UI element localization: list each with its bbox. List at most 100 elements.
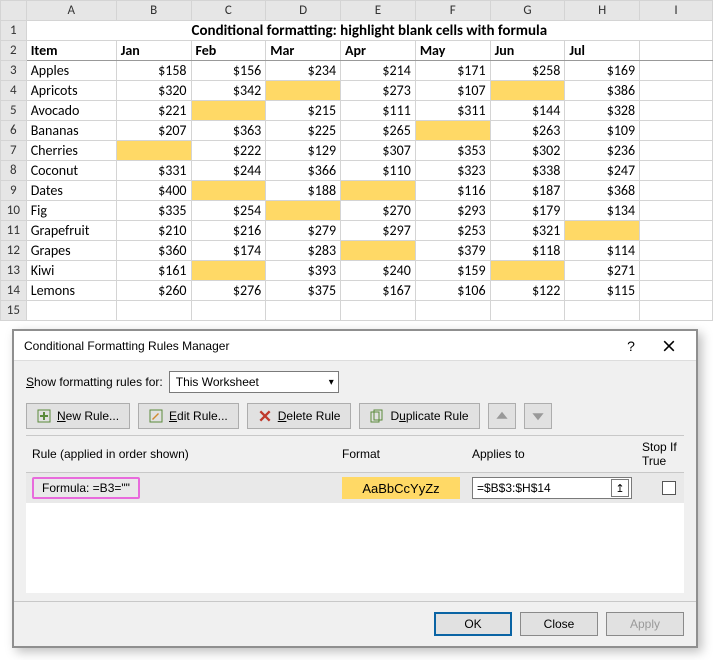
row-header[interactable]: 12 — [1, 241, 27, 261]
cell[interactable] — [415, 121, 490, 141]
cell[interactable]: $353 — [415, 141, 490, 161]
cell[interactable]: $244 — [191, 161, 266, 181]
range-picker-icon[interactable]: ↥ — [611, 479, 629, 497]
cell[interactable]: Apples — [26, 61, 116, 81]
delete-rule-button[interactable]: Delete Rule — [247, 403, 352, 429]
ok-button[interactable]: OK — [434, 612, 512, 636]
column-header[interactable]: B — [116, 1, 191, 21]
cell[interactable]: Dates — [26, 181, 116, 201]
column-header[interactable]: A — [26, 1, 116, 21]
cell[interactable]: $144 — [490, 101, 565, 121]
cell[interactable]: $386 — [565, 81, 640, 101]
cell[interactable]: Item — [26, 41, 116, 61]
applies-to-input[interactable]: =$B$3:$H$14 ↥ — [472, 477, 632, 499]
row-header[interactable]: 4 — [1, 81, 27, 101]
cell[interactable]: $161 — [116, 261, 191, 281]
cell[interactable]: $247 — [565, 161, 640, 181]
cell[interactable]: Grapes — [26, 241, 116, 261]
row-header[interactable]: 8 — [1, 161, 27, 181]
cell[interactable]: $279 — [266, 221, 341, 241]
column-header[interactable]: F — [415, 1, 490, 21]
cell[interactable]: $273 — [341, 81, 416, 101]
cell[interactable] — [191, 261, 266, 281]
column-header[interactable]: G — [490, 1, 565, 21]
cell[interactable]: Fig — [26, 201, 116, 221]
cell[interactable]: $109 — [565, 121, 640, 141]
cell[interactable]: Grapefruit — [26, 221, 116, 241]
cell[interactable]: $368 — [565, 181, 640, 201]
cell[interactable]: Cherries — [26, 141, 116, 161]
cell[interactable]: $302 — [490, 141, 565, 161]
cell[interactable]: $393 — [266, 261, 341, 281]
cell[interactable]: Feb — [191, 41, 266, 61]
cell[interactable]: Avocado — [26, 101, 116, 121]
cell[interactable] — [116, 141, 191, 161]
move-down-button[interactable] — [524, 403, 552, 429]
cell[interactable]: Jun — [490, 41, 565, 61]
cell[interactable] — [490, 261, 565, 281]
cell[interactable]: $265 — [341, 121, 416, 141]
cell[interactable]: $107 — [415, 81, 490, 101]
cell[interactable]: $214 — [341, 61, 416, 81]
row-header[interactable]: 3 — [1, 61, 27, 81]
cell[interactable]: $254 — [191, 201, 266, 221]
cell[interactable]: $114 — [565, 241, 640, 261]
cell[interactable] — [490, 81, 565, 101]
cell[interactable]: $320 — [116, 81, 191, 101]
cell[interactable]: $260 — [116, 281, 191, 301]
column-header[interactable]: H — [565, 1, 640, 21]
cell[interactable]: $207 — [116, 121, 191, 141]
cell[interactable] — [341, 241, 416, 261]
cell[interactable]: $342 — [191, 81, 266, 101]
spreadsheet-grid[interactable]: ABCDEFGHI 1 Conditional formatting: high… — [0, 0, 713, 321]
cell[interactable] — [341, 181, 416, 201]
cell[interactable]: $311 — [415, 101, 490, 121]
cell[interactable]: Mar — [266, 41, 341, 61]
cell[interactable]: Apricots — [26, 81, 116, 101]
cell[interactable] — [266, 81, 341, 101]
cell[interactable]: $116 — [415, 181, 490, 201]
cell[interactable]: $216 — [191, 221, 266, 241]
cell[interactable]: $215 — [266, 101, 341, 121]
edit-rule-button[interactable]: Edit Rule... — [138, 403, 239, 429]
scope-combo[interactable]: This Worksheet ▾ — [169, 371, 339, 393]
cell[interactable]: $169 — [565, 61, 640, 81]
cell[interactable]: $156 — [191, 61, 266, 81]
cell[interactable]: $360 — [116, 241, 191, 261]
cell[interactable]: $283 — [266, 241, 341, 261]
cell[interactable]: $129 — [266, 141, 341, 161]
cell[interactable]: $321 — [490, 221, 565, 241]
cell[interactable]: $167 — [341, 281, 416, 301]
cell[interactable]: $110 — [341, 161, 416, 181]
duplicate-rule-button[interactable]: Duplicate Rule — [359, 403, 479, 429]
cell[interactable]: $293 — [415, 201, 490, 221]
row-header[interactable]: 10 — [1, 201, 27, 221]
cell[interactable]: $366 — [266, 161, 341, 181]
cell[interactable]: $187 — [490, 181, 565, 201]
row-header[interactable]: 5 — [1, 101, 27, 121]
cell[interactable]: $240 — [341, 261, 416, 281]
cell[interactable]: $118 — [490, 241, 565, 261]
cell[interactable] — [191, 101, 266, 121]
stop-if-true-checkbox[interactable] — [662, 481, 676, 495]
row-header[interactable]: 1 — [1, 21, 27, 41]
cell[interactable]: $328 — [565, 101, 640, 121]
cell[interactable]: $400 — [116, 181, 191, 201]
cell[interactable]: $234 — [266, 61, 341, 81]
cell[interactable] — [266, 201, 341, 221]
new-rule-button[interactable]: New Rule... — [26, 403, 130, 429]
cell[interactable]: $179 — [490, 201, 565, 221]
cell[interactable]: $158 — [116, 61, 191, 81]
close-icon[interactable] — [650, 333, 688, 359]
cell[interactable]: $307 — [341, 141, 416, 161]
apply-button[interactable]: Apply — [606, 612, 684, 636]
dialog-titlebar[interactable]: Conditional Formatting Rules Manager ? — [14, 331, 696, 361]
cell[interactable]: $271 — [565, 261, 640, 281]
cell[interactable]: $236 — [565, 141, 640, 161]
close-button[interactable]: Close — [520, 612, 598, 636]
row-header[interactable]: 11 — [1, 221, 27, 241]
cell[interactable]: $335 — [116, 201, 191, 221]
cell[interactable]: $270 — [341, 201, 416, 221]
cell[interactable]: Kiwi — [26, 261, 116, 281]
cell[interactable] — [191, 181, 266, 201]
